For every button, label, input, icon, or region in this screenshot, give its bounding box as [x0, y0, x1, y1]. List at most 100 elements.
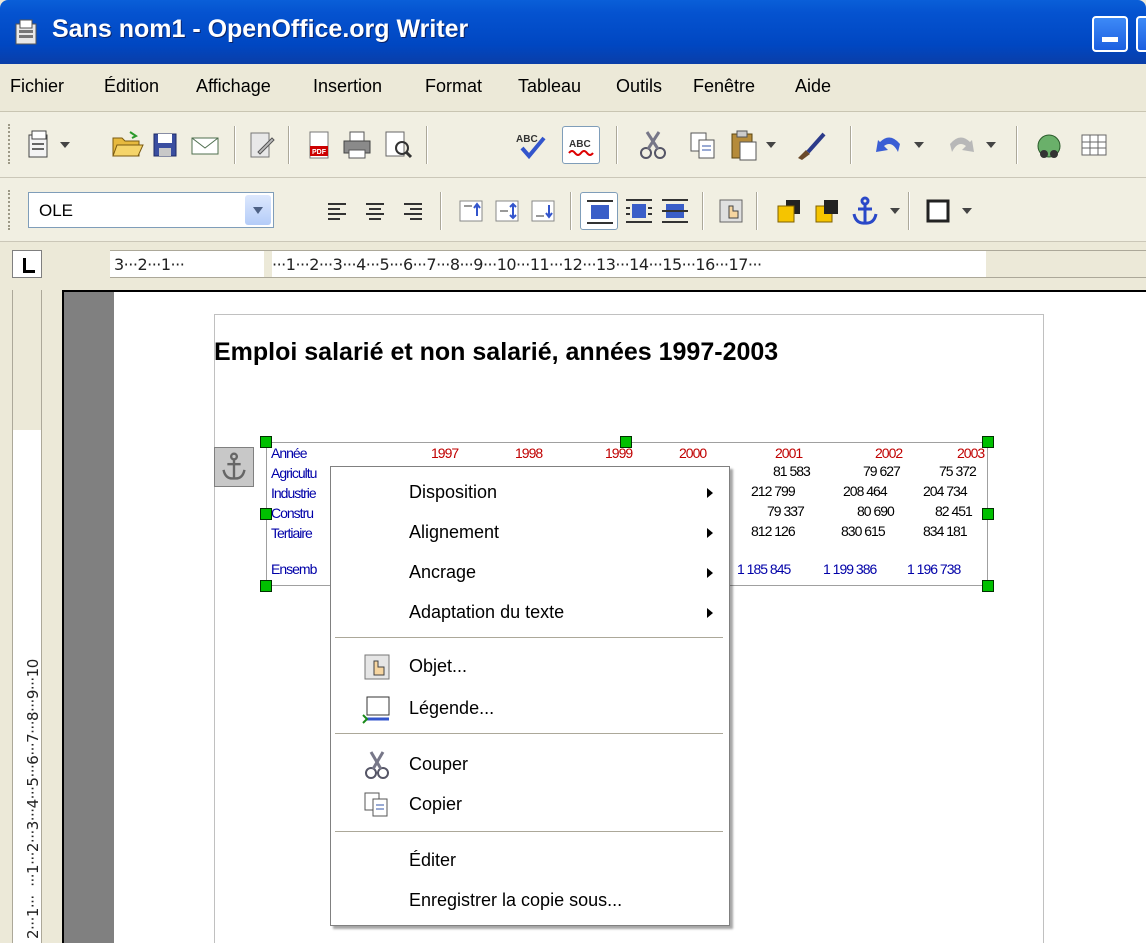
- table-cell: 1 199 386: [823, 561, 877, 577]
- toolbar-separator: [570, 192, 572, 230]
- copy-button[interactable]: [684, 126, 722, 164]
- align-left-button[interactable]: [318, 192, 356, 230]
- selection-handle-middle-right[interactable]: [982, 508, 994, 520]
- anchor-button[interactable]: [846, 192, 884, 230]
- writer-window: Sans nom1 - OpenOffice.org Writer Fichie…: [0, 0, 1146, 943]
- new-dropdown-arrow-icon[interactable]: [60, 142, 70, 148]
- vertical-ruler[interactable]: 2···1··· ···1···2···3···4···5···6···7···…: [12, 290, 42, 943]
- menu-separator: [335, 733, 723, 735]
- menu-item-editer[interactable]: Éditer: [331, 841, 729, 881]
- align-right-button[interactable]: [394, 192, 432, 230]
- wrap-off-button[interactable]: [580, 192, 618, 230]
- hyperlink-globe-icon: [1037, 134, 1061, 158]
- menu-item-enregistrer-copie[interactable]: Enregistrer la copie sous...: [331, 881, 729, 921]
- object-style-value: OLE: [39, 201, 74, 220]
- borders-dropdown-arrow-icon[interactable]: [962, 208, 972, 214]
- bring-to-front-button[interactable]: [770, 192, 808, 230]
- menu-item-objet[interactable]: Objet...: [331, 647, 729, 687]
- selection-handle-middle-left[interactable]: [260, 508, 272, 520]
- bring-to-front-icon: [777, 200, 800, 223]
- export-pdf-button[interactable]: PDF: [300, 126, 338, 164]
- align-bottom-to-anchor-button[interactable]: [524, 192, 562, 230]
- menu-item-disposition[interactable]: Disposition: [331, 473, 729, 513]
- folder-open-icon: [112, 131, 144, 157]
- menu-separator: [335, 831, 723, 833]
- pdf-icon: PDF: [309, 131, 329, 159]
- open-button[interactable]: [108, 126, 146, 164]
- document-heading[interactable]: Emploi salarié et non salarié, années 19…: [214, 338, 778, 367]
- year-1997: 1997: [431, 445, 459, 461]
- toolbar-grip[interactable]: [8, 190, 12, 230]
- menu-item-label: Ancrage: [409, 562, 477, 582]
- send-to-back-button[interactable]: [808, 192, 846, 230]
- selection-handle-top-right[interactable]: [982, 436, 994, 448]
- insert-table-button[interactable]: [1076, 126, 1114, 164]
- spellcheck-button[interactable]: ABC: [512, 126, 550, 164]
- openoffice-app-icon[interactable]: [12, 18, 40, 46]
- undo-dropdown-arrow-icon[interactable]: [914, 142, 924, 148]
- align-right-icon: [404, 203, 422, 220]
- navigator-button[interactable]: [1030, 126, 1068, 164]
- print-button[interactable]: [338, 126, 376, 164]
- table-cell: 79 337: [767, 503, 805, 519]
- undo-button[interactable]: [870, 126, 908, 164]
- redo-dropdown-arrow-icon[interactable]: [986, 142, 996, 148]
- anchor-dropdown-arrow-icon[interactable]: [890, 208, 900, 214]
- menu-insertion[interactable]: Insertion: [313, 76, 382, 97]
- cut-button[interactable]: [634, 126, 672, 164]
- minimize-button[interactable]: [1092, 16, 1128, 52]
- selection-handle-top-left[interactable]: [260, 436, 272, 448]
- menu-tableau[interactable]: Tableau: [518, 76, 581, 97]
- align-top-to-anchor-button[interactable]: [452, 192, 490, 230]
- selection-handle-bottom-right[interactable]: [982, 580, 994, 592]
- menu-item-alignement[interactable]: Alignement: [331, 513, 729, 553]
- auto-spellcheck-icon: ABC: [568, 139, 594, 156]
- edit-file-button[interactable]: [242, 126, 280, 164]
- anchor-marker[interactable]: [214, 447, 254, 487]
- menu-aide[interactable]: Aide: [795, 76, 831, 97]
- object-properties-button[interactable]: [712, 192, 750, 230]
- paste-dropdown-arrow-icon[interactable]: [766, 142, 776, 148]
- table-grid-icon: [1081, 134, 1107, 156]
- redo-button[interactable]: [942, 126, 980, 164]
- toolbar-separator: [850, 126, 852, 164]
- envelope-icon: [191, 137, 219, 155]
- table-cell: 75 372: [939, 463, 977, 479]
- menu-fenetre[interactable]: Fenêtre: [693, 76, 755, 97]
- menu-fichier[interactable]: Fichier: [10, 76, 64, 97]
- align-middle-to-anchor-button[interactable]: [488, 192, 526, 230]
- paste-icon: [731, 130, 757, 161]
- row-label-construction: Constru: [271, 505, 314, 521]
- wrap-through-button[interactable]: [656, 192, 694, 230]
- wrap-page-button[interactable]: [620, 192, 658, 230]
- align-center-button[interactable]: [356, 192, 394, 230]
- menu-item-legende[interactable]: Légende...: [331, 689, 729, 729]
- borders-button[interactable]: [920, 192, 958, 230]
- tab-stop-selector[interactable]: [12, 250, 42, 278]
- menu-outils[interactable]: Outils: [616, 76, 662, 97]
- email-button[interactable]: [186, 126, 224, 164]
- menu-item-copier[interactable]: Copier: [331, 785, 729, 825]
- menu-affichage[interactable]: Affichage: [196, 76, 271, 97]
- menu-edition[interactable]: Édition: [104, 76, 159, 97]
- print-preview-button[interactable]: [378, 126, 416, 164]
- paste-button[interactable]: [724, 126, 762, 164]
- auto-spellcheck-button[interactable]: ABC: [562, 126, 600, 164]
- clone-formatting-button[interactable]: [792, 126, 830, 164]
- maximize-button[interactable]: [1136, 16, 1146, 52]
- save-button[interactable]: [146, 126, 184, 164]
- object-style-combo[interactable]: OLE: [28, 192, 274, 228]
- menu-item-ancrage[interactable]: Ancrage: [331, 553, 729, 593]
- selection-handle-top-center[interactable]: [620, 436, 632, 448]
- combo-dropdown-icon[interactable]: [245, 195, 271, 225]
- menu-item-couper[interactable]: Couper: [331, 745, 729, 785]
- new-document-button[interactable]: [20, 126, 58, 164]
- menu-item-label: Copier: [409, 794, 463, 814]
- toolbar-grip[interactable]: [8, 124, 12, 164]
- menu-item-adaptation-texte[interactable]: Adaptation du texte: [331, 593, 729, 633]
- menu-format[interactable]: Format: [425, 76, 482, 97]
- selection-handle-bottom-left[interactable]: [260, 580, 272, 592]
- toolbar-separator: [702, 192, 704, 230]
- align-left-icon: [328, 203, 346, 220]
- horizontal-ruler[interactable]: 3···2···1··· ···1···2···3···4···5···6···…: [110, 250, 1146, 278]
